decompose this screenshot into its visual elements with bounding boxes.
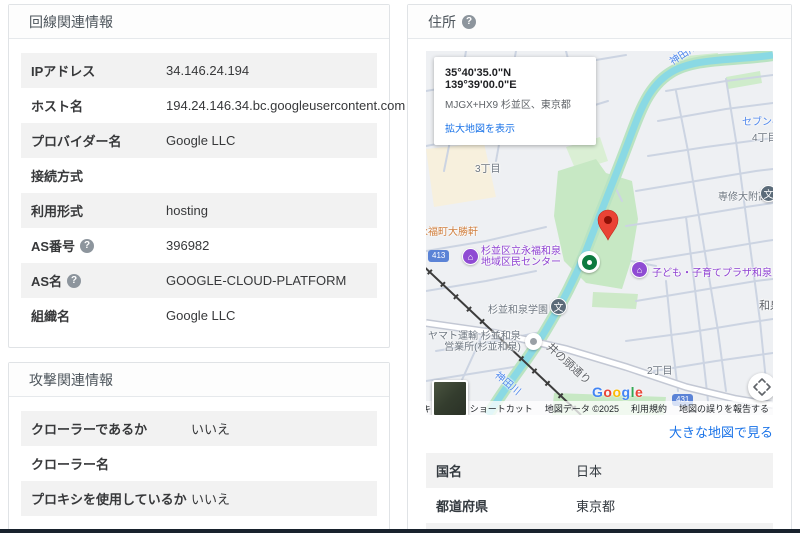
help-icon[interactable]: ? (80, 239, 94, 253)
map-label-kodomo-plaza: 子ども・子育てプラザ和泉 (652, 264, 772, 279)
table-row: 国名 日本 (426, 453, 773, 488)
google-logo: Google (592, 384, 643, 400)
table-row: クローラー名 (21, 446, 377, 481)
map-label-3chome: 3丁目 (475, 160, 501, 175)
bottom-bar (0, 529, 800, 533)
attack-info-title: 攻撃関連情報 (29, 370, 113, 390)
attack-info-header: 攻撃関連情報 (9, 363, 389, 397)
table-row: AS番号 ? 396982 (21, 228, 377, 263)
row-value: GOOGLE-CLOUD-PLATFORM (166, 273, 346, 288)
table-row: ホスト名 194.24.146.34.bc.googleusercontent.… (21, 88, 377, 123)
address-title: 住所 (428, 12, 456, 32)
map-label-yamato: ヤマト運輸 杉並和泉営業所(杉並和泉) (428, 331, 521, 353)
address-card: 住所 ? (407, 4, 792, 533)
map-label-izumi: 和泉 (759, 297, 773, 313)
row-label: プロバイダー名 (31, 131, 121, 150)
row-value: 194.24.146.34.bc.googleusercontent.com (166, 98, 405, 113)
table-row: 利用形式 hosting (21, 193, 377, 228)
map-label-community-center: 杉並区立永福和泉地域区民センター (481, 246, 561, 268)
row-label: AS番号 (31, 236, 75, 255)
kodomo-plaza-icon: ⌂ (631, 261, 648, 278)
report-error-link[interactable]: 地図の誤りを報告する (679, 402, 769, 415)
address-body: 35°40'35.0"N 139°39'00.0"E MJGX+HX9 杉並区、… (408, 39, 791, 533)
map-attribution: キーボード ショートカット 地図データ ©2025 利用規約 地図の誤りを報告す… (426, 401, 773, 415)
park-marker-icon[interactable] (578, 251, 600, 273)
location-pin-icon[interactable] (595, 207, 621, 241)
row-label: プロキシを使用しているか (31, 489, 187, 508)
map-data-text: 地図データ ©2025 (545, 402, 619, 415)
line-info-body: IPアドレス 34.146.24.194 ホスト名 194.24.146.34.… (9, 39, 389, 347)
satellite-view-toggle[interactable] (432, 380, 468, 415)
row-label: クローラー名 (31, 454, 109, 473)
help-icon[interactable]: ? (462, 15, 476, 29)
community-center-icon: ⌂ (462, 248, 479, 265)
map-embed[interactable]: 35°40'35.0"N 139°39'00.0"E MJGX+HX9 杉並区、… (426, 51, 773, 415)
table-row: IPアドレス 34.146.24.194 (21, 53, 377, 88)
row-value: 日本 (576, 461, 602, 480)
table-row: プロキシを使用しているか いいえ (21, 481, 377, 516)
help-icon[interactable]: ? (67, 274, 81, 288)
coordinates-text: 35°40'35.0"N 139°39'00.0"E (445, 67, 585, 91)
page: 回線関連情報 IPアドレス 34.146.24.194 ホスト名 194.24.… (0, 0, 800, 533)
row-value: Google LLC (166, 308, 235, 323)
map-label-taishoken: 永福町大勝軒 (426, 223, 478, 238)
yamato-poi-icon (525, 333, 542, 350)
row-label: 組織名 (31, 306, 70, 325)
route-badge-413: 413 (428, 250, 449, 262)
row-value: 34.146.24.194 (166, 63, 249, 78)
pan-arrows-icon (748, 373, 773, 401)
row-label: 利用形式 (31, 201, 83, 220)
row-label: クローラーであるか (31, 419, 147, 438)
row-label: 接続方式 (31, 166, 83, 185)
table-row: 接続方式 (21, 158, 377, 193)
row-value: 東京都 (576, 496, 615, 515)
row-value: いいえ (191, 419, 230, 438)
map-label-seven-eleven: セブン-イレブン (742, 113, 773, 128)
pan-control[interactable] (748, 373, 773, 401)
map-label-2chome: 2丁目 (647, 362, 673, 377)
view-larger-map-link[interactable]: 大きな地図で見る (426, 422, 773, 441)
school-icon: 文 (550, 298, 567, 315)
row-value: Google LLC (166, 133, 235, 148)
row-label: 国名 (436, 461, 576, 480)
line-info-title: 回線関連情報 (29, 12, 113, 32)
attack-info-card: 攻撃関連情報 クローラーであるか いいえ クローラー名 プロキシを使用しているか… (8, 362, 390, 533)
line-info-card: 回線関連情報 IPアドレス 34.146.24.194 ホスト名 194.24.… (8, 4, 390, 348)
row-label: ホスト名 (31, 96, 83, 115)
map-label-izumi-gakuen: 杉並和泉学園 (488, 301, 548, 316)
terms-link[interactable]: 利用規約 (631, 402, 667, 415)
row-label: AS名 (31, 271, 62, 290)
address-header: 住所 ? (408, 5, 791, 39)
row-label: IPアドレス (31, 61, 95, 80)
row-label: 都道府県 (436, 496, 576, 515)
geo-table: 国名 日本 都道府県 東京都 (426, 453, 773, 533)
map-label-4chome: 4丁目 (752, 129, 773, 144)
row-value: hosting (166, 203, 208, 218)
school-icon: 文 (760, 185, 773, 202)
table-row: クローラーであるか いいえ (21, 411, 377, 446)
line-info-header: 回線関連情報 (9, 5, 389, 39)
row-value: 396982 (166, 238, 209, 253)
map-info-card: 35°40'35.0"N 139°39'00.0"E MJGX+HX9 杉並区、… (434, 57, 596, 145)
table-row: AS名 ? GOOGLE-CLOUD-PLATFORM (21, 263, 377, 298)
table-row: プロバイダー名 Google LLC (21, 123, 377, 158)
enlarge-map-link[interactable]: 拡大地図を表示 (445, 120, 585, 135)
row-value: いいえ (191, 489, 230, 508)
table-row: 組織名 Google LLC (21, 298, 377, 333)
plus-code-text: MJGX+HX9 杉並区、東京都 (445, 96, 585, 111)
attack-info-body: クローラーであるか いいえ クローラー名 プロキシを使用しているか いいえ (9, 397, 389, 530)
table-row: 都道府県 東京都 (426, 488, 773, 523)
